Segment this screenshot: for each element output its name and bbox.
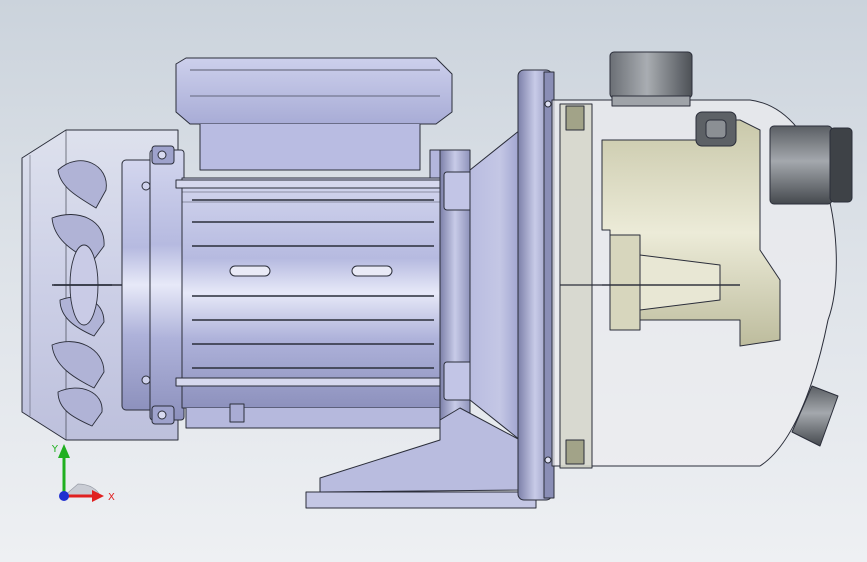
discharge-port[interactable] bbox=[769, 125, 853, 205]
pump-flange[interactable] bbox=[517, 69, 555, 501]
motor-slot-right bbox=[351, 265, 393, 277]
terminal-box[interactable] bbox=[175, 57, 453, 181]
motor-rear-bell[interactable] bbox=[121, 145, 185, 425]
impeller-housing[interactable] bbox=[601, 119, 781, 347]
coordinate-triad: Y X bbox=[51, 444, 115, 503]
y-axis-arrow bbox=[58, 444, 70, 458]
z-axis-dot bbox=[59, 491, 69, 501]
priming-plug[interactable] bbox=[695, 111, 737, 147]
pump-assembly-model[interactable] bbox=[0, 0, 867, 562]
x-axis-label: X bbox=[108, 492, 115, 503]
mounting-foot[interactable] bbox=[305, 491, 537, 509]
suction-port[interactable] bbox=[609, 51, 693, 107]
motor-slot-left bbox=[229, 265, 271, 277]
cad-viewport[interactable]: Y X bbox=[0, 0, 867, 562]
y-axis-label: Y bbox=[51, 444, 59, 455]
